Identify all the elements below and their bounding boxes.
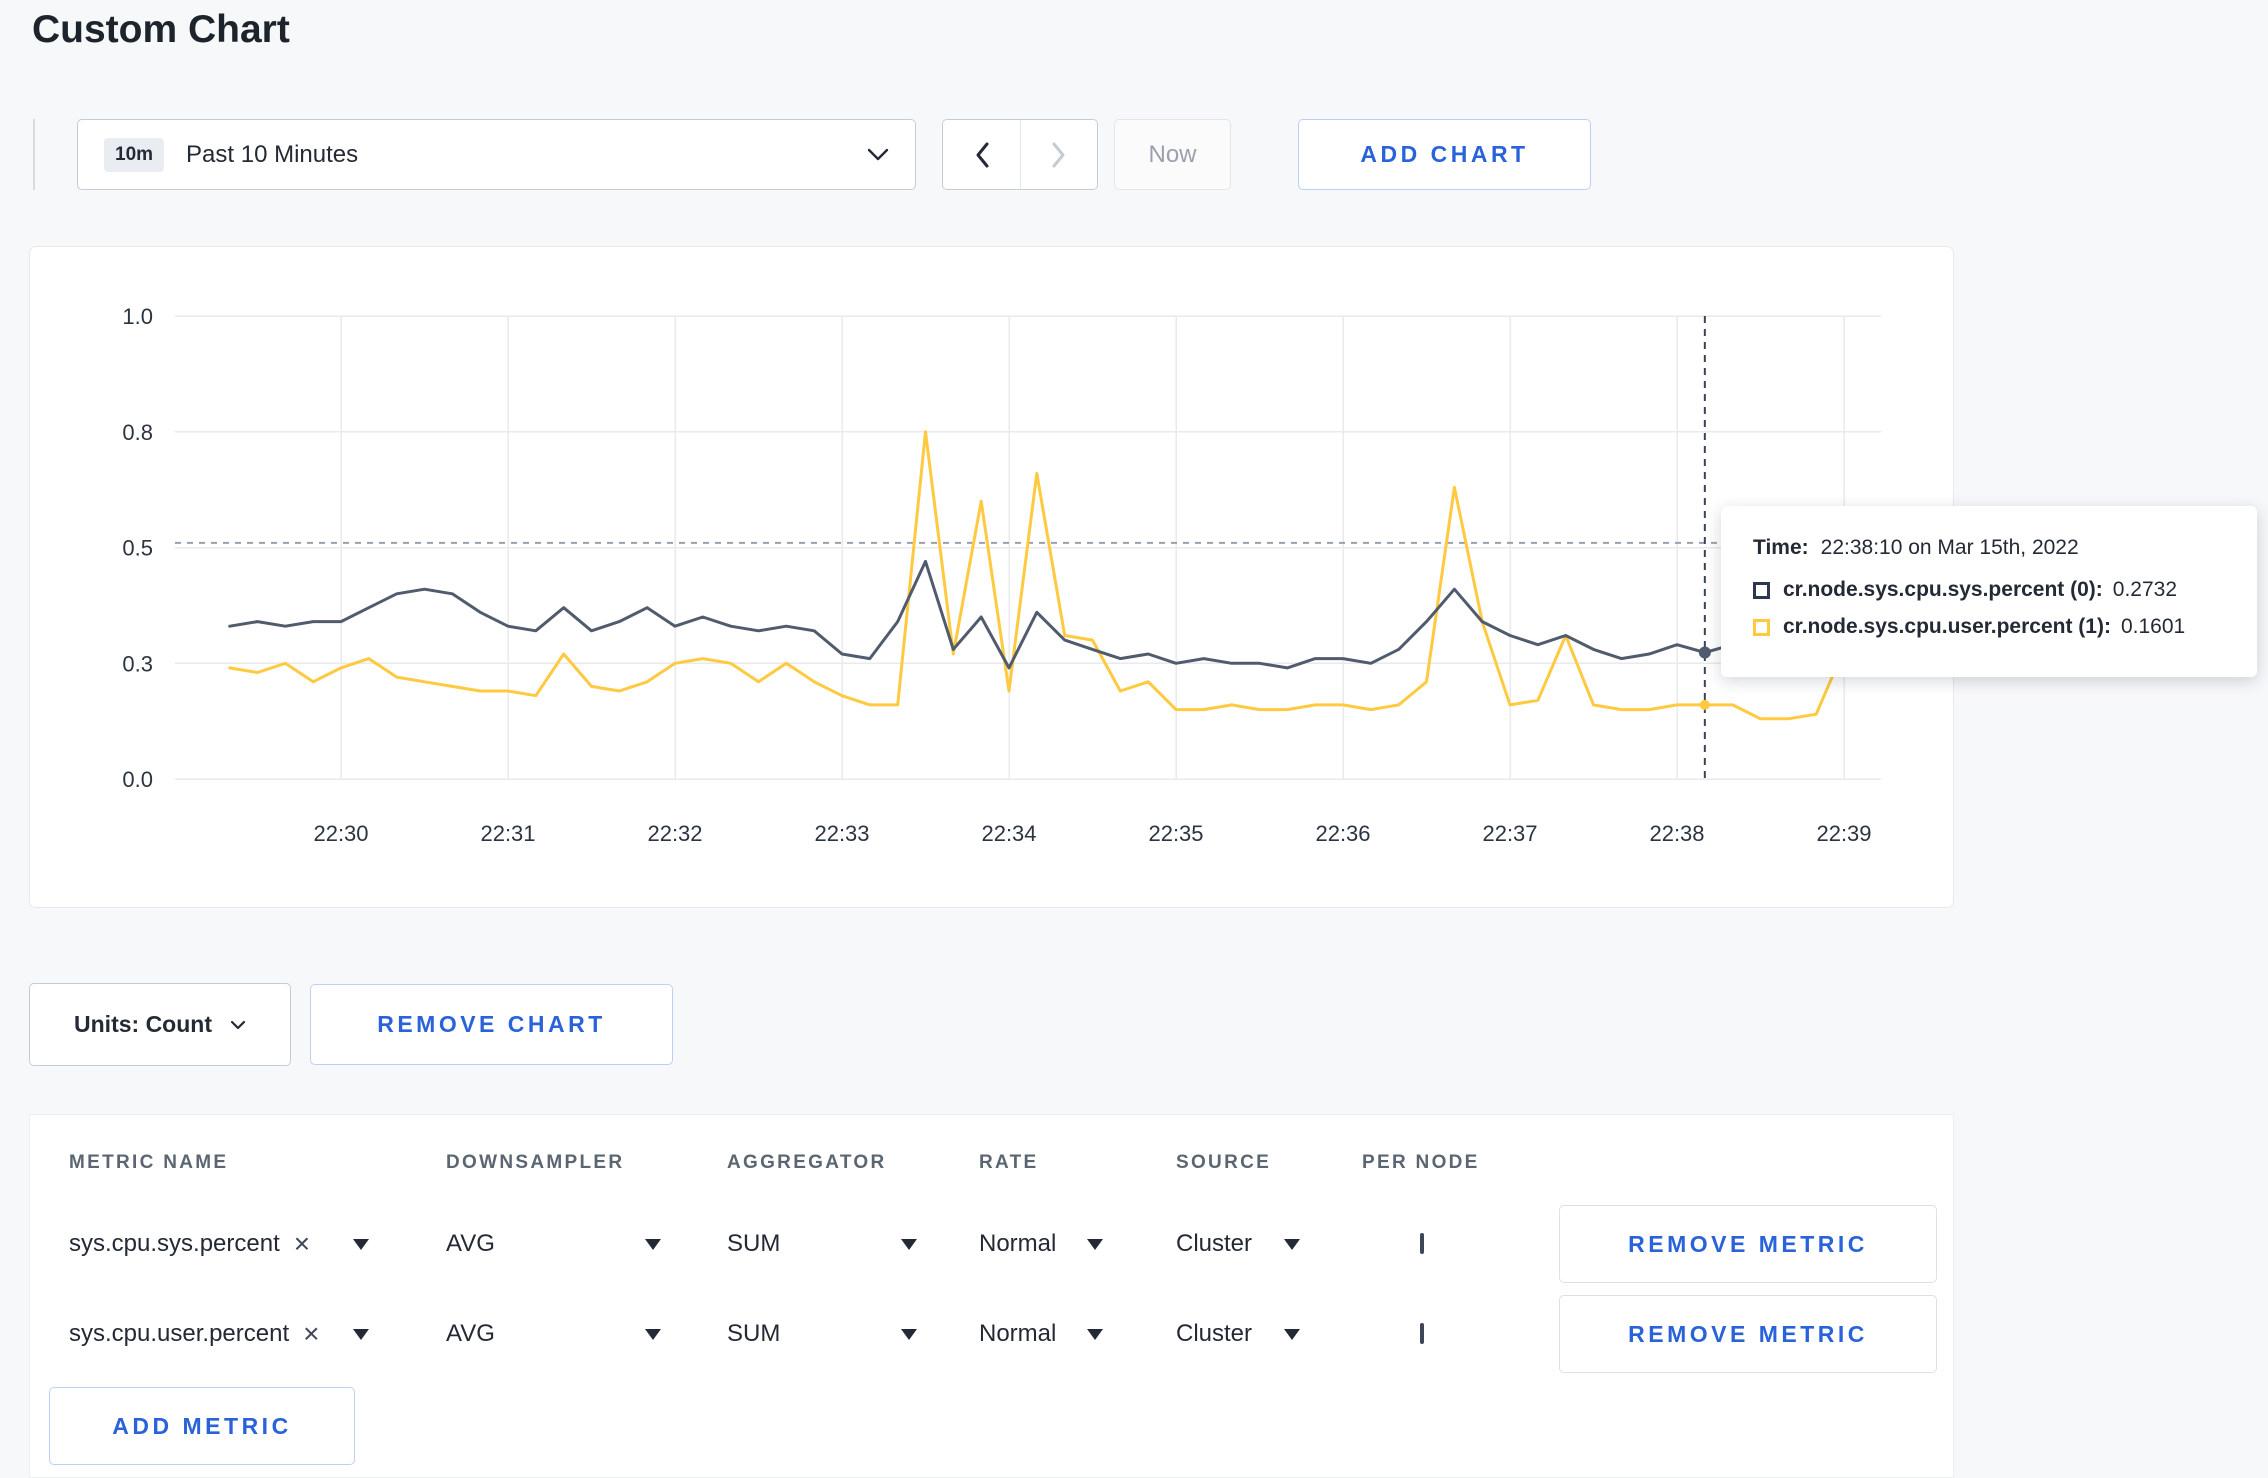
tooltip-series-value: 0.2732 bbox=[2112, 578, 2178, 601]
units-dropdown[interactable]: Units: Count bbox=[29, 983, 291, 1066]
now-button[interactable]: Now bbox=[1114, 119, 1231, 190]
tooltip-series-name: cr.node.sys.cpu.user.percent (1): bbox=[1783, 615, 2111, 638]
series-line bbox=[228, 430, 1874, 721]
chart-hover-tooltip: Time: 22:38:10 on Mar 15th, 2022 cr.node.… bbox=[1721, 506, 2257, 677]
tooltip-series-value: 0.1601 bbox=[2120, 615, 2186, 638]
col-header-rate: RATE bbox=[979, 1152, 1039, 1173]
caret-down-icon bbox=[901, 1238, 917, 1250]
metrics-table-card: METRIC NAME DOWNSAMPLER AGGREGATOR RATE … bbox=[29, 1114, 1954, 1478]
x-tick-label: 22:39 bbox=[1816, 821, 1871, 846]
time-nav-group bbox=[942, 119, 1098, 190]
time-range-dropdown[interactable]: 10m Past 10 Minutes bbox=[77, 119, 916, 190]
downsampler-value: AVG bbox=[446, 1230, 495, 1257]
caret-down-icon bbox=[1284, 1238, 1300, 1250]
tooltip-time-value: 22:38:10 on Mar 15th, 2022 bbox=[1820, 536, 2079, 559]
rate-select[interactable]: Normal bbox=[979, 1320, 1103, 1348]
y-tick-label: 0.8 bbox=[122, 420, 153, 445]
metric-name-value: sys.cpu.sys.percent bbox=[69, 1230, 280, 1257]
series-line bbox=[228, 559, 1874, 670]
x-tick-label: 22:37 bbox=[1482, 821, 1537, 846]
caret-down-icon bbox=[1284, 1328, 1300, 1340]
chevron-down-icon bbox=[867, 148, 889, 161]
tooltip-series-row: cr.node.sys.cpu.user.percent (1): 0.1601 bbox=[1753, 615, 2225, 639]
source-select[interactable]: Cluster bbox=[1176, 1320, 1300, 1348]
metric-name-select[interactable]: sys.cpu.sys.percent × bbox=[69, 1230, 369, 1258]
source-value: Cluster bbox=[1176, 1320, 1253, 1347]
downsampler-value: AVG bbox=[446, 1320, 495, 1347]
chevron-right-icon bbox=[1052, 142, 1065, 167]
y-tick-label: 1.0 bbox=[122, 304, 153, 329]
x-tick-label: 22:34 bbox=[981, 821, 1036, 846]
per-node-checkbox[interactable] bbox=[1420, 1323, 1424, 1344]
source-value: Cluster bbox=[1176, 1230, 1253, 1257]
x-tick-label: 22:35 bbox=[1148, 821, 1203, 846]
time-range-badge: 10m bbox=[104, 137, 165, 172]
series-swatch-icon bbox=[1753, 581, 1770, 599]
x-tick-label: 22:38 bbox=[1649, 821, 1704, 846]
caret-down-icon bbox=[1087, 1238, 1103, 1250]
chevron-left-icon bbox=[976, 142, 988, 167]
col-header-aggregator: AGGREGATOR bbox=[727, 1152, 887, 1173]
time-range-label: Past 10 Minutes bbox=[186, 140, 359, 168]
x-tick-label: 22:36 bbox=[1315, 821, 1370, 846]
caret-down-icon bbox=[353, 1328, 369, 1340]
crosshair-point bbox=[1699, 699, 1710, 710]
tooltip-time-row: Time: 22:38:10 on Mar 15th, 2022 bbox=[1753, 536, 2225, 560]
metric-row: sys.cpu.user.percent × AVG SUM Normal Cl… bbox=[30, 1289, 1953, 1379]
remove-metric-button[interactable]: REMOVE METRIC bbox=[1559, 1295, 1937, 1373]
remove-chart-button[interactable]: REMOVE CHART bbox=[310, 984, 673, 1065]
per-node-checkbox[interactable] bbox=[1420, 1233, 1424, 1254]
series-swatch-icon bbox=[1753, 618, 1770, 636]
y-tick-label: 0.3 bbox=[122, 651, 153, 676]
source-select[interactable]: Cluster bbox=[1176, 1230, 1300, 1258]
y-tick-label: 0.5 bbox=[122, 536, 153, 561]
col-header-source: SOURCE bbox=[1176, 1152, 1272, 1173]
custom-chart-card: 1.0 0.8 0.5 0.3 0.0 22:30 22:31 22:32 22:33 22:34… bbox=[29, 246, 1954, 908]
x-tick-label: 22:32 bbox=[647, 821, 702, 846]
metrics-table-header: METRIC NAME DOWNSAMPLER AGGREGATOR RATE … bbox=[30, 1115, 1953, 1185]
tooltip-series-name: cr.node.sys.cpu.sys.percent (0): bbox=[1783, 578, 2103, 601]
downsampler-select[interactable]: AVG bbox=[446, 1320, 661, 1348]
y-tick-label: 0.0 bbox=[122, 767, 153, 792]
remove-metric-button[interactable]: REMOVE METRIC bbox=[1559, 1205, 1937, 1283]
crosshair-point bbox=[1698, 646, 1711, 659]
prev-time-button[interactable] bbox=[943, 120, 1020, 189]
next-time-button[interactable] bbox=[1020, 120, 1097, 189]
x-tick-label: 22:33 bbox=[814, 821, 869, 846]
toolbar-left-divider bbox=[33, 119, 35, 190]
clear-metric-icon[interactable]: × bbox=[294, 1230, 310, 1258]
tooltip-time-label: Time: bbox=[1753, 536, 1809, 559]
col-header-downsampler: DOWNSAMPLER bbox=[446, 1152, 625, 1173]
downsampler-select[interactable]: AVG bbox=[446, 1230, 661, 1258]
caret-down-icon bbox=[645, 1328, 661, 1340]
caret-down-icon bbox=[1087, 1328, 1103, 1340]
clear-metric-icon[interactable]: × bbox=[303, 1320, 319, 1348]
caret-down-icon bbox=[353, 1238, 369, 1250]
aggregator-value: SUM bbox=[727, 1320, 781, 1347]
aggregator-select[interactable]: SUM bbox=[727, 1230, 917, 1258]
caret-down-icon bbox=[901, 1328, 917, 1340]
add-chart-button[interactable]: ADD CHART bbox=[1298, 119, 1591, 190]
rate-select[interactable]: Normal bbox=[979, 1230, 1103, 1258]
metric-name-value: sys.cpu.user.percent bbox=[69, 1320, 290, 1347]
chevron-down-icon bbox=[230, 1020, 246, 1029]
aggregator-select[interactable]: SUM bbox=[727, 1320, 917, 1348]
metric-name-select[interactable]: sys.cpu.user.percent × bbox=[69, 1320, 369, 1348]
aggregator-value: SUM bbox=[727, 1230, 781, 1257]
col-header-per-node: PER NODE bbox=[1362, 1152, 1480, 1173]
page-title: Custom Chart bbox=[32, 8, 290, 51]
rate-value: Normal bbox=[979, 1320, 1057, 1347]
x-tick-label: 22:31 bbox=[480, 821, 535, 846]
add-metric-button[interactable]: ADD METRIC bbox=[49, 1387, 355, 1465]
rate-value: Normal bbox=[979, 1230, 1057, 1257]
units-label: Units: Count bbox=[74, 1011, 212, 1037]
caret-down-icon bbox=[645, 1238, 661, 1250]
col-header-metric-name: METRIC NAME bbox=[69, 1152, 229, 1173]
tooltip-series-row: cr.node.sys.cpu.sys.percent (0): 0.2732 bbox=[1753, 578, 2225, 602]
metric-row: sys.cpu.sys.percent × AVG SUM Normal Clu… bbox=[30, 1199, 1953, 1289]
x-tick-label: 22:30 bbox=[313, 821, 368, 846]
custom-chart-plot[interactable]: 1.0 0.8 0.5 0.3 0.0 22:30 22:31 22:32 22:33 22:34… bbox=[30, 247, 1955, 909]
